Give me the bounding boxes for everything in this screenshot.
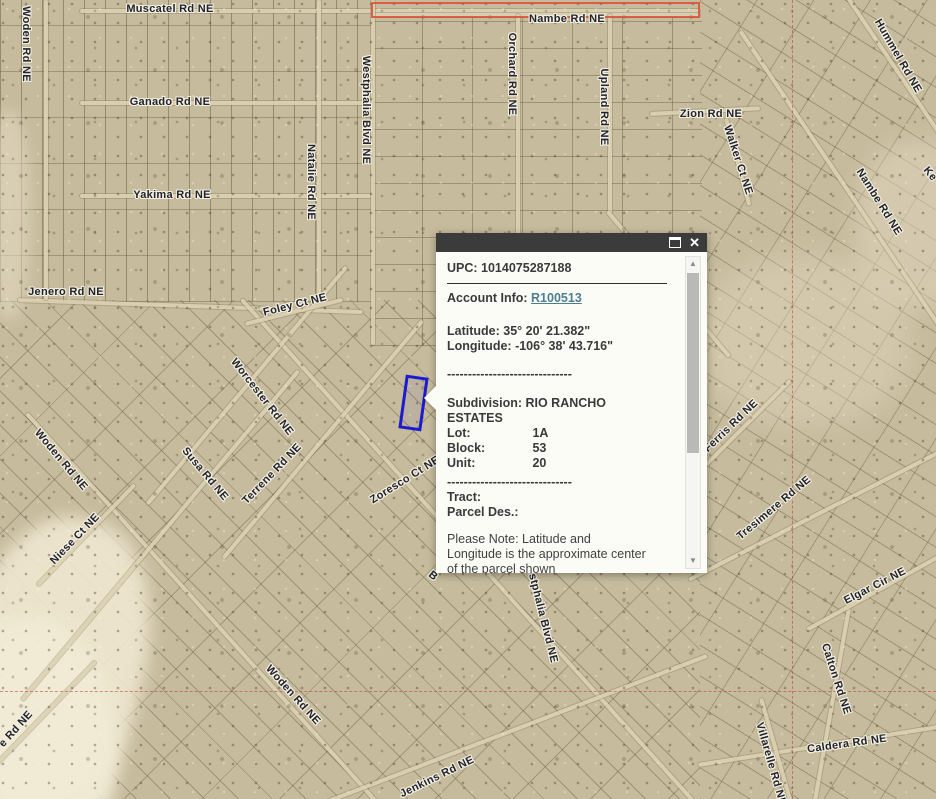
block-row: Block: 53 (447, 441, 667, 456)
popup-body: UPC: 1014075287188 Account Info: R100513… (436, 252, 707, 573)
account-info-row: Account Info: R100513 (447, 291, 667, 306)
longitude-value: -106° 38' 43.716" (515, 339, 613, 353)
section-line-horizontal (0, 691, 936, 692)
road-label-upland: Upland Rd NE (598, 69, 610, 146)
longitude-label: Longitude: (447, 339, 512, 353)
road-label-orchard: Orchard Rd NE (506, 33, 518, 116)
lot-label: Lot: (447, 426, 529, 441)
subdivision-row: Subdivision: RIO RANCHO ESTATES (447, 396, 652, 426)
upc-value: UPC: 1014075287188 (447, 261, 667, 276)
popup-note: Please Note: Latitude and Longitude is t… (447, 532, 647, 573)
close-icon[interactable]: ✕ (689, 236, 700, 249)
map-viewport[interactable]: Muscatel Rd NE Woden Rd NE Ganado Rd NE … (0, 0, 936, 799)
tract-label: Tract: (447, 490, 667, 505)
parcel-info-popup: ✕ UPC: 1014075287188 Account Info: R1005… (436, 233, 707, 573)
lot-value: 1A (532, 426, 548, 440)
maximize-icon[interactable] (669, 237, 681, 248)
road-label-ganado: Ganado Rd NE (130, 96, 211, 108)
section-line-vertical (792, 0, 793, 799)
dash-divider: ------------------------------ (447, 475, 667, 490)
unit-label: Unit: (447, 456, 529, 471)
road-label-woden-top: Woden Rd NE (20, 6, 32, 82)
road-label-natalie: Natalie Rd NE (305, 144, 317, 220)
scroll-down-icon[interactable]: ▼ (686, 556, 700, 566)
unit-row: Unit: 20 (447, 456, 667, 471)
block-value: 53 (532, 441, 546, 455)
longitude-row: Longitude: -106° 38' 43.716" (447, 339, 667, 354)
road-label-jenero: Jenero Rd NE (28, 286, 104, 298)
parcel-des-label: Parcel Des.: (447, 505, 667, 520)
road-label-muscatel: Muscatel Rd NE (126, 3, 213, 15)
popup-titlebar[interactable]: ✕ (436, 233, 707, 252)
road-label-westphalia-top: Westphalia Blvd NE (360, 56, 372, 165)
unit-value: 20 (532, 456, 546, 470)
popup-scrollbar[interactable]: ▲ ▼ (685, 256, 701, 569)
block-label: Block: (447, 441, 529, 456)
scrollbar-thumb[interactable] (687, 273, 699, 453)
latitude-value: 35° 20' 21.382" (503, 324, 590, 338)
dash-divider: ------------------------------ (447, 367, 667, 382)
divider-line (447, 283, 667, 284)
account-info-label: Account Info: (447, 291, 528, 305)
lot-row: Lot: 1A (447, 426, 667, 441)
road-label-yakima: Yakima Rd NE (133, 189, 211, 201)
popup-pointer-arrow (424, 385, 437, 411)
latitude-row: Latitude: 35° 20' 21.382" (447, 324, 667, 339)
account-info-link[interactable]: R100513 (531, 291, 582, 305)
latitude-label: Latitude: (447, 324, 500, 338)
scroll-up-icon[interactable]: ▲ (686, 259, 700, 269)
road-label-nambe-top: Nambe Rd NE (529, 13, 605, 25)
road-label-zion: Zion Rd NE (680, 108, 742, 120)
